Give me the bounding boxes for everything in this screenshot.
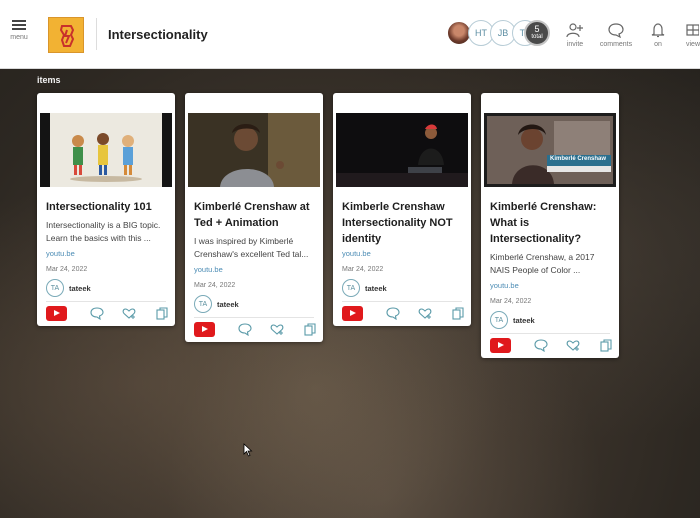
comments-button[interactable]: comments bbox=[596, 22, 636, 48]
author-avatar: TA bbox=[490, 311, 508, 329]
comments-label: comments bbox=[599, 41, 633, 48]
card-title[interactable]: Intersectionality 101 bbox=[46, 199, 170, 215]
video-thumbnail[interactable]: Kimberlé Crenshaw bbox=[484, 113, 616, 187]
card-domain[interactable]: youtu.be bbox=[194, 265, 223, 274]
card-description: Intersectionality is a BIG topic. Learn … bbox=[46, 220, 161, 243]
youtube-icon[interactable] bbox=[46, 306, 67, 321]
video-thumbnail[interactable] bbox=[40, 113, 172, 187]
card-divider bbox=[194, 317, 314, 318]
card-description: Kimberlé Crenshaw, a 2017 NAIS People of… bbox=[490, 252, 595, 275]
youtube-icon[interactable] bbox=[342, 306, 363, 321]
video-thumbnail[interactable] bbox=[188, 113, 320, 187]
item-card[interactable]: Kimberle Crenshaw Intersectionality NOT … bbox=[333, 93, 471, 326]
hamburger-icon bbox=[12, 20, 26, 30]
author-avatar: TA bbox=[342, 279, 360, 297]
youtube-icon[interactable] bbox=[194, 322, 215, 337]
member-total-badge[interactable]: 5 total bbox=[524, 20, 550, 46]
thumbnail-caption: Kimberlé Crenshaw bbox=[550, 156, 607, 162]
video-thumbnail[interactable] bbox=[336, 113, 468, 187]
member-total-label: total bbox=[531, 34, 543, 40]
author-avatar: TA bbox=[194, 295, 212, 313]
item-card[interactable]: Kimberlé Crenshaw at Ted + Animation I w… bbox=[185, 93, 323, 342]
like-icon[interactable] bbox=[566, 339, 580, 352]
notifications-button[interactable]: on bbox=[638, 22, 678, 48]
bell-icon bbox=[651, 23, 665, 38]
card-domain[interactable]: youtu.be bbox=[342, 249, 371, 258]
card-domain[interactable]: youtu.be bbox=[490, 281, 519, 290]
view-icon bbox=[686, 24, 699, 36]
item-card[interactable]: Kimberlé Crenshaw Kimberlé Crenshaw: Wha… bbox=[481, 93, 619, 358]
like-icon[interactable] bbox=[418, 307, 432, 320]
card-author[interactable]: TA tateek bbox=[342, 278, 387, 298]
view-button[interactable]: view bbox=[680, 22, 700, 48]
card-title[interactable]: Kimberle Crenshaw Intersectionality NOT … bbox=[342, 199, 466, 247]
card-divider bbox=[342, 301, 462, 302]
card-actions bbox=[490, 338, 614, 354]
thumbnail-image bbox=[188, 113, 320, 187]
author-name: tateek bbox=[217, 299, 239, 309]
card-date: Mar 24, 2022 bbox=[490, 298, 532, 305]
comment-icon[interactable] bbox=[386, 307, 400, 320]
copy-icon[interactable] bbox=[156, 307, 168, 320]
card-title[interactable]: Kimberlé Crenshaw at Ted + Animation bbox=[194, 199, 318, 231]
copy-icon[interactable] bbox=[600, 339, 612, 352]
board-title[interactable]: Intersectionality bbox=[108, 27, 208, 42]
card-date: Mar 24, 2022 bbox=[342, 266, 384, 273]
card-divider bbox=[490, 333, 610, 334]
youtube-icon[interactable] bbox=[490, 338, 511, 353]
card-date: Mar 24, 2022 bbox=[46, 266, 88, 273]
comments-icon bbox=[608, 23, 624, 38]
card-date: Mar 24, 2022 bbox=[194, 282, 236, 289]
fist-logo-icon bbox=[59, 25, 75, 47]
section-label: items bbox=[37, 75, 61, 85]
notifications-label: on bbox=[654, 41, 662, 48]
author-avatar: TA bbox=[46, 279, 64, 297]
invite-button[interactable]: invite bbox=[555, 22, 595, 48]
card-actions bbox=[194, 322, 318, 338]
invite-label: invite bbox=[566, 41, 584, 48]
card-description: I was inspired by Kimberlé Crenshaw's ex… bbox=[194, 236, 309, 259]
author-name: tateek bbox=[513, 315, 535, 325]
card-divider bbox=[46, 301, 166, 302]
like-icon[interactable] bbox=[270, 323, 284, 336]
thumbnail-image bbox=[484, 113, 616, 187]
copy-icon[interactable] bbox=[452, 307, 464, 320]
card-domain[interactable]: youtu.be bbox=[46, 249, 75, 258]
top-bar: menu Intersectionality HT JB TA 5 total … bbox=[0, 0, 700, 69]
thumbnail-image bbox=[336, 113, 468, 187]
card-author[interactable]: TA tateek bbox=[46, 278, 91, 298]
like-icon[interactable] bbox=[122, 307, 136, 320]
comment-icon[interactable] bbox=[534, 339, 548, 352]
menu-label: menu bbox=[10, 34, 28, 41]
author-name: tateek bbox=[69, 283, 91, 293]
copy-icon[interactable] bbox=[304, 323, 316, 336]
card-author[interactable]: TA tateek bbox=[194, 294, 239, 314]
card-actions bbox=[342, 306, 466, 322]
card-author[interactable]: TA tateek bbox=[490, 310, 535, 330]
menu-button[interactable]: menu bbox=[6, 20, 32, 41]
comment-icon[interactable] bbox=[238, 323, 252, 336]
invite-icon bbox=[566, 23, 583, 38]
member-total-count: 5 bbox=[534, 24, 540, 34]
view-label: view bbox=[686, 41, 700, 48]
board-logo[interactable] bbox=[48, 17, 84, 53]
thumbnail-image bbox=[40, 113, 172, 187]
mouse-cursor-icon bbox=[243, 443, 253, 457]
comment-icon[interactable] bbox=[90, 307, 104, 320]
card-title[interactable]: Kimberlé Crenshaw: What is Intersectiona… bbox=[490, 199, 614, 247]
header-divider bbox=[96, 18, 97, 50]
card-actions bbox=[46, 306, 170, 322]
author-name: tateek bbox=[365, 283, 387, 293]
item-card[interactable]: Intersectionality 101 Intersectionality … bbox=[37, 93, 175, 326]
